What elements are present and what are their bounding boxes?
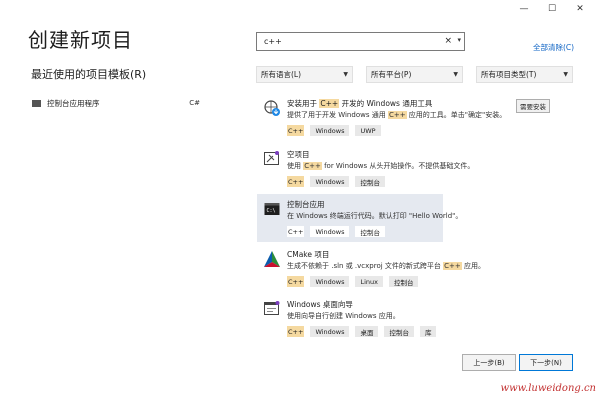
- template-item[interactable]: C:\ 控制台应用 在 Windows 终端运行代码。默认打印 "Hello W…: [257, 194, 462, 242]
- empty-project-icon: [264, 151, 279, 165]
- template-name: Windows 桌面向导: [287, 300, 353, 309]
- template-item[interactable]: Windows 桌面向导 使用向导自行创建 Windows 应用。 C++ Wi…: [257, 294, 443, 342]
- tag: 库: [419, 326, 437, 337]
- next-button[interactable]: 下一步(N): [519, 354, 573, 371]
- recent-template-item[interactable]: 控制台应用程序 C#: [32, 97, 200, 109]
- tag: Windows: [310, 276, 350, 287]
- template-name: CMake 项目: [287, 250, 330, 259]
- tag: C++: [287, 226, 305, 237]
- tag: 控制台: [388, 276, 419, 287]
- tag: 桌面: [355, 326, 379, 337]
- template-description: 使用 C++ for Windows 从头开始操作。不提供基础文件。: [287, 162, 475, 170]
- template-tags: C++ Windows 控制台: [287, 226, 385, 237]
- tag: C++: [287, 176, 305, 187]
- back-button[interactable]: 上一步(B): [462, 354, 516, 371]
- tag: Windows: [310, 176, 350, 187]
- platform-filter[interactable]: 所有平台(P) ▼: [366, 66, 463, 83]
- folder-icon: [32, 99, 41, 107]
- template-description: 使用向导自行创建 Windows 应用。: [287, 312, 400, 320]
- template-name: 控制台应用: [287, 200, 325, 209]
- template-description: 在 Windows 终端运行代码。默认打印 "Hello World"。: [287, 212, 463, 220]
- maximize-button[interactable]: ☐: [538, 2, 566, 16]
- search-input[interactable]: c++ × ▾: [256, 32, 465, 51]
- clear-all-link[interactable]: 全部清除(C): [533, 42, 574, 53]
- recent-template-label: 控制台应用程序: [47, 98, 100, 108]
- chevron-down-icon: ▼: [453, 71, 458, 78]
- tag: 控制台: [355, 176, 385, 187]
- tag: 控制台: [355, 226, 385, 237]
- template-tags: C++ Windows Linux 控制台: [287, 276, 419, 287]
- chevron-down-icon: ▼: [563, 71, 568, 78]
- window-controls: — ☐ ✕: [510, 2, 594, 16]
- watermark-text: www.luweidong.cn: [500, 383, 596, 394]
- language-filter-label: 所有语言(L): [261, 70, 302, 79]
- tag: Windows: [310, 326, 350, 337]
- template-tags: C++ Windows 桌面 控制台 库: [287, 326, 437, 337]
- template-name: 空项目: [287, 150, 310, 159]
- language-filter[interactable]: 所有语言(L) ▼: [256, 66, 353, 83]
- clear-search-icon[interactable]: ×: [444, 36, 452, 46]
- template-item[interactable]: 空项目 使用 C++ for Windows 从头开始操作。不提供基础文件。 C…: [257, 144, 474, 192]
- tag: Windows: [310, 226, 350, 237]
- install-tools-icon: [264, 100, 280, 116]
- template-item[interactable]: CMake 项目 生成不依赖于 .sln 或 .vcxproj 文件的新式跨平台…: [257, 244, 485, 292]
- project-type-filter-label: 所有项目类型(T): [481, 70, 537, 79]
- tag: 控制台: [384, 326, 414, 337]
- tag: UWP: [355, 125, 381, 136]
- template-tags: C++ Windows 控制台: [287, 176, 385, 187]
- recent-templates-heading: 最近使用的项目模板(R): [31, 68, 147, 81]
- tag: C++: [287, 276, 305, 287]
- close-button[interactable]: ✕: [566, 2, 594, 16]
- tag: C++: [287, 125, 305, 136]
- template-name: 安装用于 C++ 开发的 Windows 通用工具: [287, 99, 433, 108]
- search-value: c++: [264, 37, 282, 46]
- platform-filter-label: 所有平台(P): [371, 70, 412, 79]
- tag: Linux: [355, 276, 383, 287]
- template-item[interactable]: 安装用于 C++ 开发的 Windows 通用工具 提供了用于开发 Window…: [257, 93, 550, 141]
- install-required-badge: 需要安装: [516, 99, 550, 113]
- console-app-icon: C:\: [264, 203, 280, 215]
- desktop-wizard-icon: [264, 301, 280, 315]
- project-type-filter[interactable]: 所有项目类型(T) ▼: [476, 66, 573, 83]
- chevron-down-icon: ▼: [343, 71, 348, 78]
- tag: C++: [287, 326, 305, 337]
- recent-template-lang: C#: [189, 99, 200, 107]
- template-description: 生成不依赖于 .sln 或 .vcxproj 文件的新式跨平台 C++ 应用。: [287, 262, 485, 270]
- template-tags: C++ Windows UWP: [287, 125, 381, 136]
- svg-text:C:\: C:\: [267, 208, 276, 214]
- minimize-button[interactable]: —: [510, 2, 538, 16]
- search-dropdown-icon[interactable]: ▾: [457, 36, 461, 44]
- tag: Windows: [310, 125, 350, 136]
- cmake-icon: [264, 251, 280, 267]
- template-description: 提供了用于开发 Windows 通用 C++ 应用的工具。单击"确定"安装。: [287, 111, 507, 119]
- page-title: 创建新项目: [28, 28, 133, 52]
